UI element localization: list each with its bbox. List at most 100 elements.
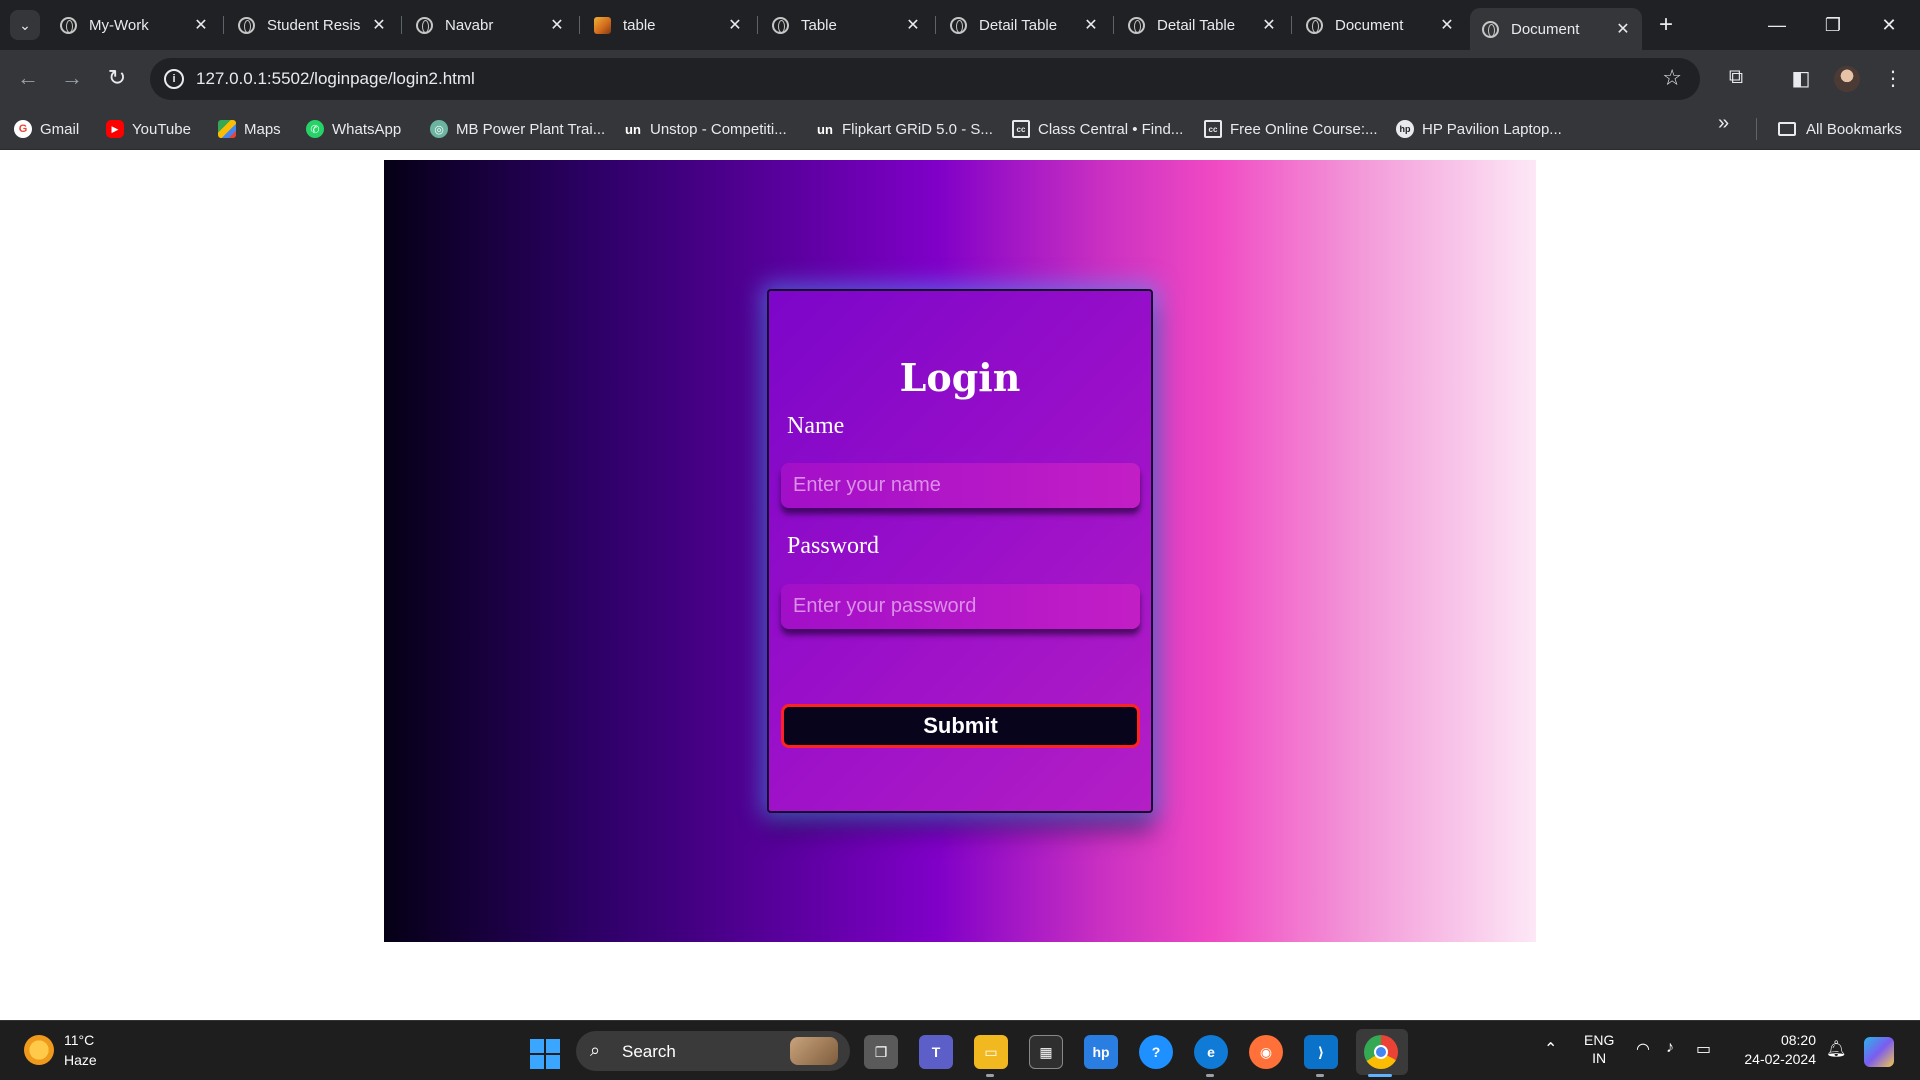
language-indicator[interactable]: ENG IN <box>1584 1031 1614 1067</box>
tab-divider <box>223 16 224 34</box>
folder-icon <box>1778 122 1796 136</box>
tab-my-work[interactable]: My-Work ✕ <box>48 8 220 42</box>
bookmark-hp-pavilion[interactable]: hp HP Pavilion Laptop... <box>1396 116 1562 142</box>
unstop-icon: un <box>817 121 833 137</box>
more-bookmarks-icon[interactable]: » <box>1718 112 1729 135</box>
tab-title: Table <box>801 16 837 34</box>
vscode-icon[interactable]: ⟩ <box>1304 1035 1338 1069</box>
extensions-icon[interactable]: ⧉ <box>1723 66 1749 89</box>
bookmark-label: Class Central • Find... <box>1038 120 1184 138</box>
site-info-icon[interactable]: i <box>164 69 184 89</box>
close-icon[interactable]: ✕ <box>1082 15 1100 35</box>
close-icon[interactable]: ✕ <box>1260 15 1278 35</box>
close-icon[interactable]: ✕ <box>726 15 744 35</box>
globe-icon <box>238 16 255 34</box>
teams-icon[interactable]: T <box>919 1035 953 1069</box>
tab-divider <box>935 16 936 34</box>
tab-title: Document <box>1511 20 1580 38</box>
minimize-button[interactable]: — <box>1754 10 1800 40</box>
new-tab-button[interactable]: + <box>1652 12 1680 40</box>
weather-haze-icon[interactable] <box>24 1035 54 1065</box>
tab-search-button[interactable]: ⌄ <box>10 10 40 40</box>
all-bookmarks-button[interactable]: All Bookmarks <box>1778 116 1902 142</box>
wifi-icon[interactable]: ◠ <box>1636 1039 1650 1059</box>
close-icon[interactable]: ✕ <box>1614 19 1632 39</box>
tab-detail-table[interactable]: Detail Table ✕ <box>938 8 1110 42</box>
close-icon[interactable]: ✕ <box>1438 15 1456 35</box>
submit-button[interactable]: Submit <box>781 704 1140 748</box>
bookmark-flipkart-grid[interactable]: un Flipkart GRiD 5.0 - S... <box>816 116 993 142</box>
notification-bell-icon[interactable]: 🔔︎ <box>1826 1039 1846 1059</box>
show-hidden-icons[interactable]: ⌃ <box>1544 1039 1557 1059</box>
classcentral-icon: cc <box>1204 120 1222 138</box>
close-window-button[interactable]: ✕ <box>1866 10 1912 40</box>
back-button[interactable]: ← <box>14 65 42 93</box>
bookmark-gmail[interactable]: G Gmail <box>14 116 79 142</box>
bookmark-mb-power-plant[interactable]: ◎ MB Power Plant Trai... <box>430 116 605 142</box>
taskbar: 11°C Haze ⌕ Search ❐ T ▭ ▦ hp ? e ◉ ⟩ ⌃ … <box>0 1020 1920 1080</box>
menu-icon[interactable]: ⋮ <box>1880 66 1906 91</box>
tab-student-resis[interactable]: Student Resis ✕ <box>226 8 398 42</box>
tab-document-active[interactable]: Document ✕ <box>1470 8 1642 50</box>
whatsapp-icon: ✆ <box>306 120 324 138</box>
firefox-icon[interactable]: ◉ <box>1249 1035 1283 1069</box>
app-running-indicator <box>986 1074 994 1077</box>
tab-table[interactable]: Table ✕ <box>760 8 932 42</box>
tab-divider <box>1113 16 1114 34</box>
bookmark-whatsapp[interactable]: ✆ WhatsApp <box>306 116 401 142</box>
password-input[interactable] <box>781 584 1140 629</box>
bookmark-star-icon[interactable]: ☆ <box>1662 65 1682 91</box>
battery-icon[interactable]: ▭ <box>1696 1039 1711 1059</box>
password-label: Password <box>787 533 880 559</box>
tab-divider <box>401 16 402 34</box>
name-input[interactable] <box>781 463 1140 508</box>
image-icon <box>594 16 611 34</box>
taskbar-search[interactable]: ⌕ Search <box>576 1031 850 1071</box>
clock-date: 24-02-2024 <box>1744 1051 1816 1067</box>
file-explorer-icon[interactable]: ▭ <box>974 1035 1008 1069</box>
edge-icon[interactable]: e <box>1194 1035 1228 1069</box>
restore-button[interactable]: ❐ <box>1810 10 1856 40</box>
bookmark-unstop[interactable]: un Unstop - Competiti... <box>624 116 787 142</box>
clock-time: 08:20 <box>1780 1032 1816 1048</box>
bookmark-youtube[interactable]: ▶ YouTube <box>106 116 191 142</box>
bookmark-class-central[interactable]: cc Class Central • Find... <box>1012 116 1183 142</box>
chrome-icon[interactable] <box>1364 1035 1398 1069</box>
maps-icon <box>218 120 236 138</box>
side-panel-icon[interactable]: ◧ <box>1788 66 1814 91</box>
tab-detail-table-2[interactable]: Detail Table ✕ <box>1116 8 1288 42</box>
close-icon[interactable]: ✕ <box>548 15 566 35</box>
tab-table-lower[interactable]: table ✕ <box>582 8 754 42</box>
bookmark-free-online-course[interactable]: cc Free Online Course:... <box>1204 116 1378 142</box>
task-view-icon[interactable]: ❐ <box>864 1035 898 1069</box>
login-form: Login Name Password Submit <box>767 289 1153 813</box>
reload-button[interactable]: ↻ <box>103 65 131 93</box>
weather-description[interactable]: Haze <box>64 1052 97 1068</box>
url-text[interactable]: 127.0.0.1:5502/loginpage/login2.html <box>196 69 475 89</box>
help-icon[interactable]: ? <box>1139 1035 1173 1069</box>
bookmark-maps[interactable]: Maps <box>218 116 281 142</box>
app-running-indicator <box>1316 1074 1324 1077</box>
search-highlight-image <box>790 1037 838 1065</box>
bookmark-label: Maps <box>244 120 281 138</box>
address-bar[interactable]: i 127.0.0.1:5502/loginpage/login2.html ☆ <box>150 58 1700 100</box>
globe-icon <box>1482 20 1499 38</box>
bookmark-label: Free Online Course:... <box>1230 120 1378 138</box>
profile-avatar[interactable] <box>1834 66 1860 92</box>
copilot-icon[interactable] <box>1864 1037 1894 1067</box>
volume-icon[interactable]: ♪ <box>1666 1039 1674 1057</box>
myhp-icon[interactable]: hp <box>1084 1035 1118 1069</box>
tab-document[interactable]: Document ✕ <box>1294 8 1466 42</box>
close-icon[interactable]: ✕ <box>192 15 210 35</box>
clock[interactable]: 08:20 24-02-2024 <box>1736 1031 1816 1069</box>
microsoft-store-icon[interactable]: ▦ <box>1029 1035 1063 1069</box>
weather-temperature[interactable]: 11°C <box>64 1032 94 1048</box>
region-code: IN <box>1592 1050 1607 1066</box>
tab-navabr[interactable]: Navabr ✕ <box>404 8 576 42</box>
tab-title: Detail Table <box>1157 16 1236 34</box>
bookmarks-bar: G Gmail ▶ YouTube Maps ✆ WhatsApp ◎ MB P… <box>0 108 1920 150</box>
close-icon[interactable]: ✕ <box>904 15 922 35</box>
windows-start-icon[interactable] <box>530 1039 560 1069</box>
forward-button[interactable]: → <box>58 65 86 93</box>
close-icon[interactable]: ✕ <box>370 15 388 35</box>
